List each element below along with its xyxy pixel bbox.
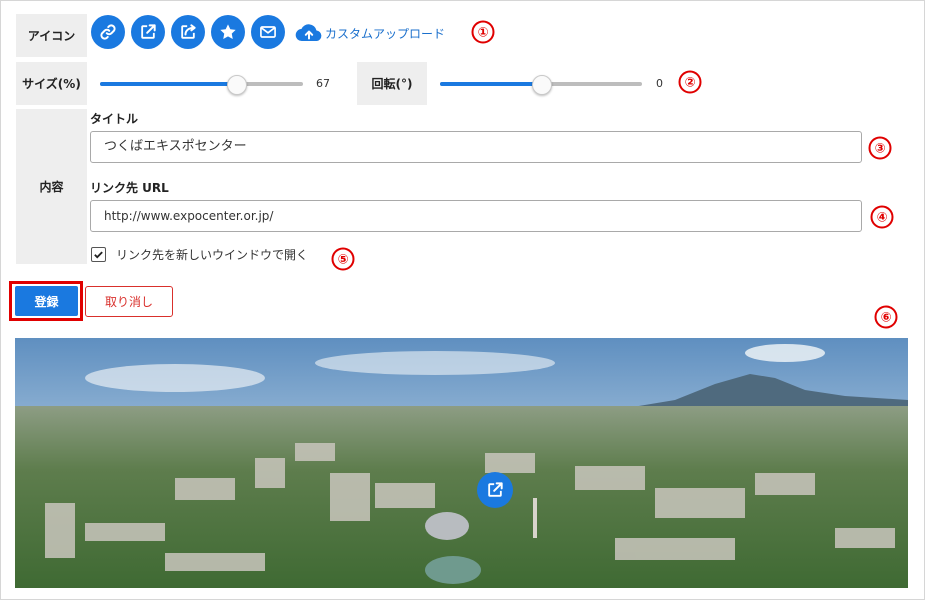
callout-5: ⑤ — [331, 247, 355, 271]
svg-text:⑥: ⑥ — [880, 311, 891, 326]
size-label: サイズ(%) — [16, 62, 87, 105]
new-window-label: リンク先を新しいウインドウで開く — [116, 248, 309, 262]
external-link-icon — [488, 482, 503, 497]
checkmark-icon — [94, 251, 103, 259]
title-input[interactable]: つくばエキスポセンター — [90, 131, 862, 163]
custom-upload-link[interactable]: カスタムアップロード — [295, 22, 445, 44]
callout-6: ⑥ — [874, 305, 898, 329]
preview-image — [15, 338, 908, 588]
mail-icon-button[interactable] — [251, 15, 285, 49]
preview-link-marker[interactable] — [477, 472, 513, 508]
new-window-checkbox[interactable] — [91, 247, 106, 262]
callout-3: ③ — [868, 136, 892, 160]
url-field-label: リンク先 URL — [90, 181, 169, 195]
city-panorama-image — [15, 338, 908, 588]
svg-text:⑤: ⑤ — [337, 253, 348, 268]
url-input[interactable]: http://www.expocenter.or.jp/ — [90, 200, 862, 232]
external-link-icon — [141, 24, 156, 39]
share-icon-button[interactable] — [171, 15, 205, 49]
svg-text:②: ② — [684, 76, 695, 91]
rotation-slider-thumb[interactable] — [532, 75, 552, 95]
register-button[interactable]: 登録 — [15, 286, 78, 316]
icon-row-label: アイコン — [16, 14, 87, 57]
callout-4: ④ — [870, 205, 894, 229]
star-icon — [220, 24, 236, 39]
content-label: 内容 — [16, 109, 87, 264]
svg-text:③: ③ — [874, 142, 885, 157]
callout-2: ② — [678, 70, 702, 94]
title-field-label: タイトル — [90, 112, 139, 126]
size-value: 67 — [316, 77, 330, 90]
new-window-option[interactable]: リンク先を新しいウインドウで開く — [91, 246, 308, 263]
link-icon — [100, 24, 116, 40]
share-icon — [181, 24, 196, 39]
cancel-button[interactable]: 取り消し — [85, 286, 173, 317]
rotation-slider[interactable] — [440, 75, 642, 95]
svg-text:④: ④ — [876, 211, 887, 226]
svg-text:①: ① — [477, 26, 488, 41]
rotation-label: 回転(°) — [357, 62, 427, 105]
rotation-value: 0 — [656, 77, 663, 90]
size-slider-thumb[interactable] — [227, 75, 247, 95]
size-slider[interactable] — [100, 75, 303, 95]
size-slider-fill — [100, 82, 236, 86]
mail-icon — [260, 26, 276, 38]
custom-upload-label: カスタムアップロード — [325, 26, 446, 41]
link-icon-button[interactable] — [91, 15, 125, 49]
cloud-upload-icon — [295, 24, 322, 42]
external-link-icon-button[interactable] — [131, 15, 165, 49]
star-icon-button[interactable] — [211, 15, 245, 49]
callout-1: ① — [471, 20, 495, 44]
rotation-slider-fill — [440, 82, 541, 86]
